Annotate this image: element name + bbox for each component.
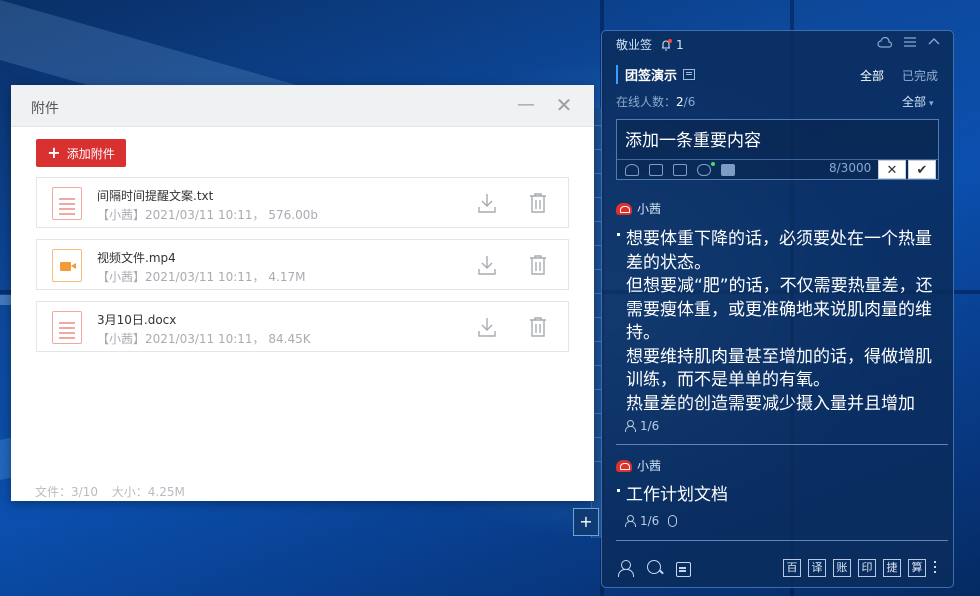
- document-file-icon: [52, 311, 82, 344]
- add-attachment-label: 添加附件: [66, 146, 115, 161]
- search-icon[interactable]: [646, 559, 664, 577]
- users-icon[interactable]: [618, 559, 636, 577]
- note-input-text[interactable]: 添加一条重要内容: [625, 126, 761, 151]
- file-name: 3月10日.docx: [97, 313, 177, 327]
- side-add-button[interactable]: +: [573, 508, 599, 536]
- author-name: 小茜: [637, 202, 662, 216]
- author-name: 小茜: [637, 459, 662, 473]
- trash-icon[interactable]: [529, 316, 547, 338]
- file-meta: 【小茜】2021/03/11 10:11， 576.00b: [97, 208, 318, 222]
- confirm-button[interactable]: ✔: [908, 160, 936, 179]
- paperclip-icon[interactable]: [697, 162, 715, 176]
- tool-button[interactable]: 账: [833, 559, 851, 577]
- minimize-icon[interactable]: —: [514, 93, 538, 117]
- calendar-icon[interactable]: [674, 559, 692, 577]
- download-icon[interactable]: [477, 192, 497, 214]
- tool-button[interactable]: 译: [808, 559, 826, 577]
- attachment-footer: 文件：3/10 大小：4.25M: [35, 483, 195, 500]
- read-status: 1/6: [624, 419, 659, 433]
- file-meta: 【小茜】2021/03/11 10:11， 4.17M: [97, 270, 306, 284]
- add-attachment-button[interactable]: + 添加附件: [36, 139, 126, 167]
- app-header: 敬业签 1: [616, 36, 684, 53]
- note-bullet: [617, 233, 620, 236]
- filter-all-tab[interactable]: 全部: [860, 67, 884, 84]
- tool-button[interactable]: 算: [908, 559, 926, 577]
- bell-icon[interactable]: [660, 38, 673, 51]
- file-row[interactable]: 间隔时间提醒文案.txt 【小茜】2021/03/11 10:11， 576.0…: [36, 177, 569, 228]
- trash-icon[interactable]: [529, 192, 547, 214]
- file-row[interactable]: 3月10日.docx 【小茜】2021/03/11 10:11， 84.45K: [36, 301, 569, 352]
- download-icon[interactable]: [477, 254, 497, 276]
- group-settings-icon[interactable]: [683, 69, 696, 80]
- person-icon: [624, 420, 636, 432]
- file-meta: 【小茜】2021/03/11 10:11， 84.45K: [97, 332, 311, 346]
- square-icon[interactable]: [721, 164, 735, 176]
- file-name: 间隔时间提醒文案.txt: [97, 189, 214, 203]
- group-title[interactable]: 团签演示: [616, 65, 696, 84]
- avatar: [616, 202, 632, 215]
- cancel-button[interactable]: ✕: [878, 160, 906, 179]
- avatar: [616, 459, 632, 472]
- person-icon: [624, 515, 636, 527]
- online-label: 在线人数：: [616, 95, 677, 109]
- group-name: 团签演示: [625, 69, 678, 84]
- file-count: 文件：3/10: [35, 485, 98, 499]
- dialog-title: 附件: [31, 101, 59, 117]
- trash-icon[interactable]: [529, 254, 547, 276]
- notification-count: 1: [676, 37, 684, 52]
- read-count: 1/6: [640, 419, 660, 433]
- more-icon[interactable]: [933, 560, 937, 576]
- note-content[interactable]: 想要体重下降的话，必须要处在一个热量差的状态。 但想要减“肥”的话，不仅需要热量…: [626, 228, 938, 415]
- note-text: 想要体重下降的话，必须要处在一个热量差的状态。 但想要减“肥”的话，不仅需要热量…: [626, 229, 933, 414]
- online-current: 2: [676, 95, 684, 109]
- attachment-dialog: 附件 — ✕ + 添加附件 间隔时间提醒文案.txt 【小茜】2021/03/1…: [11, 85, 594, 501]
- read-count: 1/6: [640, 514, 660, 528]
- tool-button[interactable]: 捷: [883, 559, 901, 577]
- filter-done-tab[interactable]: 已完成: [902, 67, 938, 84]
- video-file-icon: [52, 249, 82, 282]
- user-icon[interactable]: [625, 164, 639, 176]
- paperclip-icon: [668, 515, 678, 527]
- online-total: /6: [683, 95, 696, 109]
- close-icon[interactable]: ✕: [552, 93, 576, 117]
- download-icon[interactable]: [477, 316, 497, 338]
- collapse-icon[interactable]: [927, 35, 941, 49]
- divider: [616, 540, 948, 541]
- tool-button[interactable]: 印: [858, 559, 876, 577]
- header-actions: [877, 35, 941, 49]
- app-name: 敬业签: [616, 38, 653, 52]
- file-row[interactable]: 视频文件.mp4 【小茜】2021/03/11 10:11， 4.17M: [36, 239, 569, 290]
- sound-icon[interactable]: [673, 164, 687, 176]
- bottom-toolbar: 百 译 账 印 捷 算: [602, 551, 953, 587]
- document-file-icon: [52, 187, 82, 220]
- online-count: 在线人数：2/6: [616, 93, 695, 110]
- note-input-box[interactable]: 添加一条重要内容 8/3000 ✕ ✔: [616, 119, 939, 180]
- file-name: 视频文件.mp4: [97, 251, 176, 265]
- note-content[interactable]: 工作计划文档: [626, 484, 938, 508]
- cloud-icon[interactable]: [877, 35, 893, 49]
- note-panel: 敬业签 1 团签演示 全部 已完成 在线人数：2/6 全部 添加一条重要内容 8…: [601, 30, 954, 588]
- divider: [616, 444, 948, 445]
- menu-icon[interactable]: [903, 35, 917, 49]
- total-size: 大小：4.25M: [111, 485, 185, 499]
- char-count: 8/3000: [829, 161, 872, 175]
- note-text: 工作计划文档: [626, 485, 728, 505]
- member-filter-dropdown[interactable]: 全部: [902, 93, 934, 110]
- image-icon[interactable]: [649, 164, 663, 176]
- note-author: 小茜: [616, 457, 661, 474]
- dialog-titlebar: 附件 — ✕: [11, 85, 594, 127]
- note-bullet: [617, 489, 620, 492]
- tool-button[interactable]: 百: [783, 559, 801, 577]
- plus-icon: +: [47, 143, 61, 162]
- read-status: 1/6: [624, 514, 678, 528]
- note-author: 小茜: [616, 200, 661, 217]
